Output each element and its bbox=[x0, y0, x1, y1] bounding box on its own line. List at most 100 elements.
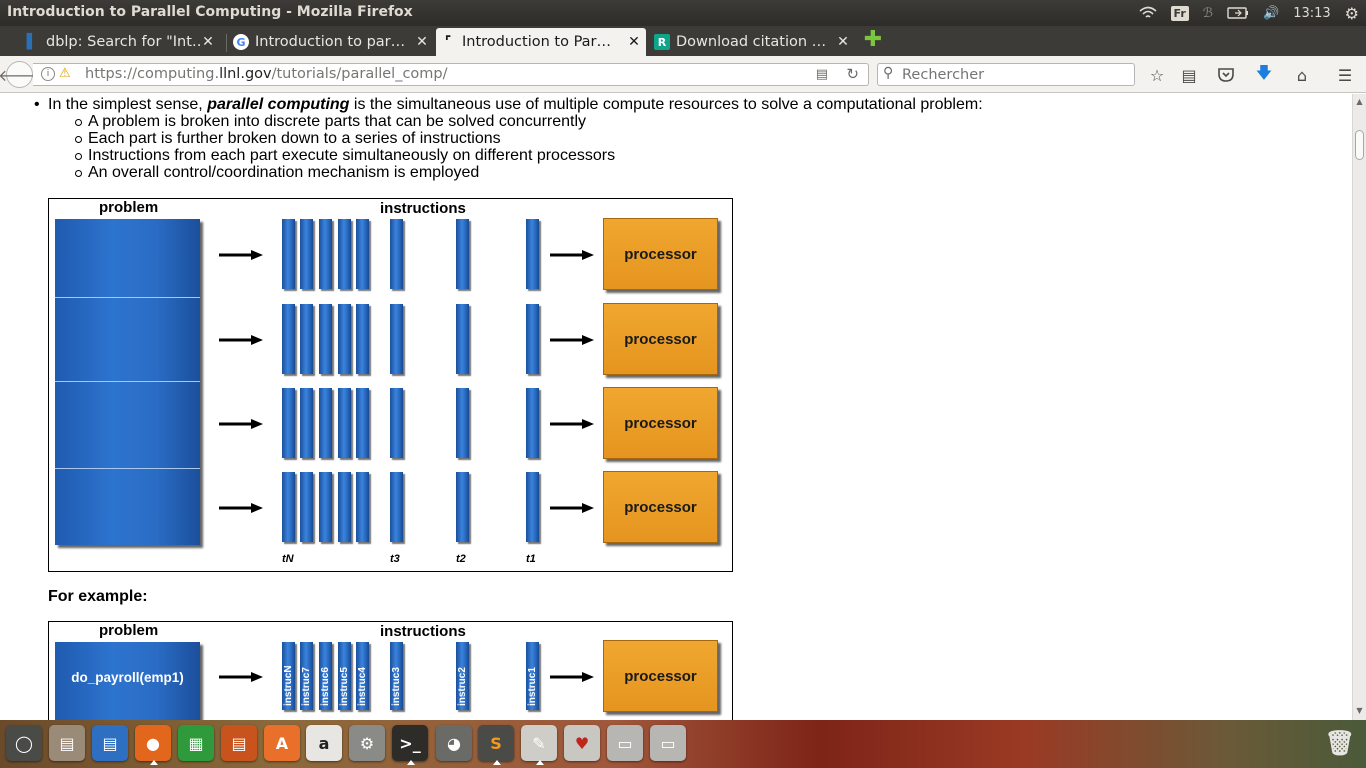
pocket-icon[interactable] bbox=[1215, 64, 1237, 86]
processor-box: processor bbox=[603, 471, 718, 543]
window-title: Introduction to Parallel Computing - Moz… bbox=[7, 4, 413, 20]
instruction-bar bbox=[456, 388, 469, 458]
url-bar[interactable]: i ⚠ https://computing.llnl.gov/tutorials… bbox=[33, 63, 869, 86]
instruction-bar bbox=[456, 304, 469, 374]
system-monitor-icon[interactable]: ◕ bbox=[436, 725, 472, 761]
tab-researchgate[interactable]: R Download citation … ✕ bbox=[650, 28, 855, 56]
sublime-text-icon[interactable]: S bbox=[478, 725, 514, 761]
vertical-scrollbar[interactable]: ▲ ▼ bbox=[1352, 94, 1366, 720]
tab-bar: ▌ dblp: Search for "Int… ✕ G Introductio… bbox=[0, 26, 1366, 56]
pdf-viewer-icon[interactable]: ♥ bbox=[564, 725, 600, 761]
problem-label: problem bbox=[99, 622, 159, 639]
amazon-icon[interactable]: a bbox=[306, 725, 342, 761]
arrow-icon bbox=[219, 501, 263, 513]
battery-icon[interactable] bbox=[1220, 0, 1256, 26]
search-icon: ⚲ bbox=[883, 65, 894, 81]
instruction-bar bbox=[356, 472, 369, 542]
arrow-icon bbox=[219, 670, 263, 682]
problem-text: do_payroll(emp1) bbox=[71, 669, 184, 685]
instruction-bar bbox=[456, 219, 469, 289]
instruction-label: instruc6 bbox=[320, 667, 331, 706]
power-gear-icon[interactable]: ⚙ bbox=[1338, 0, 1366, 26]
instruction-bar bbox=[456, 472, 469, 542]
close-icon[interactable]: ✕ bbox=[200, 34, 216, 50]
close-icon[interactable]: ✕ bbox=[414, 34, 430, 50]
problem-part-divider bbox=[55, 468, 200, 469]
scroll-thumb[interactable] bbox=[1355, 130, 1364, 160]
instruction-bar bbox=[526, 304, 539, 374]
trash-icon[interactable]: 🗑 bbox=[1322, 725, 1358, 761]
dash-icon[interactable]: ◯ bbox=[6, 725, 42, 761]
clock[interactable]: 13:13 bbox=[1286, 0, 1337, 26]
list-item: An overall control/coordination mechanis… bbox=[75, 164, 983, 181]
tab-title: Download citation … bbox=[676, 34, 827, 50]
instruction-bar bbox=[356, 388, 369, 458]
instruction-bar bbox=[282, 472, 295, 542]
drive-icon[interactable]: ▭ bbox=[607, 725, 643, 761]
bookmark-star-icon[interactable]: ☆ bbox=[1146, 64, 1168, 86]
instruction-bar bbox=[319, 219, 332, 289]
text-editor-icon[interactable]: ✎ bbox=[521, 725, 557, 761]
drive-icon[interactable]: ▭ bbox=[650, 725, 686, 761]
tab-google-scholar[interactable]: G Introduction to par… ✕ bbox=[229, 28, 434, 56]
reload-icon[interactable]: ↻ bbox=[846, 65, 859, 83]
instruction-bar bbox=[282, 219, 295, 289]
tab-llnl-active[interactable]: ⌜ Introduction to Par… ✕ bbox=[436, 28, 646, 56]
processor-box: processor bbox=[603, 303, 718, 375]
back-button[interactable]: 🡐 bbox=[0, 61, 41, 88]
time-label-t3: t3 bbox=[390, 553, 400, 565]
reader-view-icon[interactable]: ▤ bbox=[816, 67, 828, 82]
problem-block bbox=[55, 219, 200, 545]
arrow-icon bbox=[219, 333, 263, 345]
close-icon[interactable]: ✕ bbox=[835, 34, 851, 50]
scroll-up-icon[interactable]: ▲ bbox=[1355, 97, 1364, 107]
instruction-bar bbox=[300, 388, 313, 458]
home-icon[interactable]: ⌂ bbox=[1291, 64, 1313, 86]
running-indicator bbox=[493, 760, 501, 765]
volume-icon[interactable]: 🔊 bbox=[1256, 0, 1286, 26]
search-input[interactable] bbox=[902, 66, 1127, 83]
terminal-icon[interactable]: >_ bbox=[392, 725, 428, 761]
impress-icon[interactable]: ▤ bbox=[221, 725, 257, 761]
settings-icon[interactable]: ⚙ bbox=[349, 725, 385, 761]
list-item: Each part is further broken down to a se… bbox=[75, 130, 983, 147]
instruction-bar bbox=[390, 388, 403, 458]
reading-list-icon[interactable]: ▤ bbox=[1178, 64, 1200, 86]
problem-label: problem bbox=[99, 199, 159, 216]
instruction-bar bbox=[526, 219, 539, 289]
keyboard-layout-indicator[interactable]: Fr bbox=[1164, 0, 1196, 26]
url-text[interactable]: https://computing.llnl.gov/tutorials/par… bbox=[85, 66, 448, 82]
warning-lock-icon[interactable]: ⚠ bbox=[59, 66, 71, 81]
tab-title: Introduction to Par… bbox=[462, 34, 612, 50]
example-heading: For example: bbox=[48, 588, 148, 605]
instruction-bar bbox=[526, 388, 539, 458]
list-item: A problem is broken into discrete parts … bbox=[75, 113, 983, 130]
instruction-label: instrucN bbox=[283, 665, 294, 706]
wifi-icon[interactable] bbox=[1132, 0, 1164, 26]
google-icon: G bbox=[233, 34, 249, 50]
instruction-bar bbox=[319, 388, 332, 458]
scroll-down-icon[interactable]: ▼ bbox=[1355, 706, 1364, 716]
downloads-icon[interactable]: 🡇 bbox=[1253, 63, 1275, 86]
bluetooth-icon[interactable]: ℬ bbox=[1196, 0, 1220, 26]
arrow-icon bbox=[550, 417, 594, 429]
tab-title: dblp: Search for "Int… bbox=[46, 34, 200, 50]
new-tab-button[interactable]: ✚ bbox=[863, 29, 883, 53]
software-center-icon[interactable]: A bbox=[264, 725, 300, 761]
instruction-bar bbox=[282, 388, 295, 458]
tab-dblp[interactable]: ▌ dblp: Search for "Int… ✕ bbox=[20, 28, 220, 56]
researchgate-icon: R bbox=[654, 34, 670, 50]
calc-icon[interactable]: ▦ bbox=[178, 725, 214, 761]
writer-icon[interactable]: ▤ bbox=[92, 725, 128, 761]
menu-icon[interactable]: ☰ bbox=[1334, 64, 1356, 86]
files-icon[interactable]: ▤ bbox=[49, 725, 85, 761]
instruction-bar bbox=[338, 472, 351, 542]
close-icon[interactable]: ✕ bbox=[626, 34, 642, 50]
instruction-bar bbox=[338, 388, 351, 458]
instruction-bar bbox=[526, 472, 539, 542]
instruction-label: instruc1 bbox=[527, 667, 538, 706]
search-bar[interactable]: ⚲ bbox=[877, 63, 1135, 86]
firefox-icon[interactable]: ● bbox=[135, 725, 171, 761]
running-indicator bbox=[536, 760, 544, 765]
info-icon[interactable]: i bbox=[41, 67, 55, 81]
